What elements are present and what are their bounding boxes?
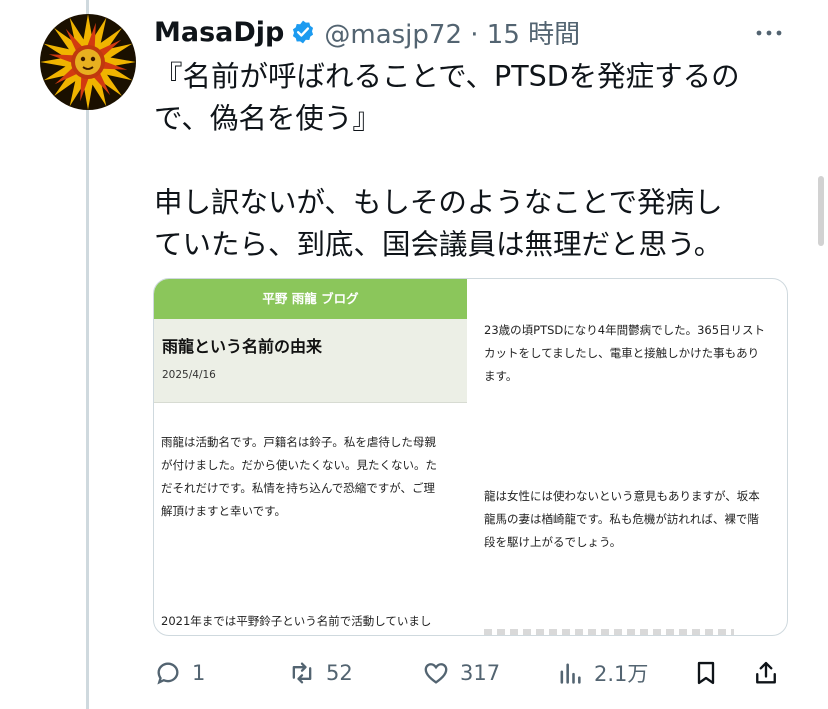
reply-icon xyxy=(157,662,179,685)
tweet-header: MasaDjp @masjp72 · 15 時間 xyxy=(154,14,580,50)
paragraph-line: ます。 xyxy=(484,369,518,383)
share-icon xyxy=(756,661,776,684)
action-bar: 1 52 317 2.1万 xyxy=(154,650,794,696)
right-paragraph-1: 23歳の頃PTSDになり4年間鬱病でした。365日リスト カットをしてましたし、… xyxy=(484,319,765,388)
display-name[interactable]: MasaDjp xyxy=(154,17,284,48)
views-button[interactable]: 2.1万 xyxy=(556,650,648,696)
bookmark-icon xyxy=(697,661,715,685)
post-title-box: 雨龍という名前の由来 2025/4/16 xyxy=(154,319,467,403)
left-paragraph-1: 雨龍は活動名です。戸籍名は鈴子。私を虐待した母親 が付けました。だから使いたくな… xyxy=(161,431,437,523)
repost-button[interactable]: 52 xyxy=(288,650,353,696)
like-count: 317 xyxy=(460,661,501,685)
paragraph-line: 龍馬の妻は楢崎龍です。私も危機が訪れれば、裸で階 xyxy=(484,512,759,526)
post-date: 2025/4/16 xyxy=(162,369,216,381)
paragraph-line: だそれだけです。私情を持ち込んで恐縮ですが、ご理 xyxy=(161,481,436,495)
tweet-line: ていたら、到底、国会議員は無理だと思う。 xyxy=(154,228,723,261)
paragraph-line: カットをしてましたし、電車と接触しかけた事もあり xyxy=(484,346,760,360)
tweet-line: 『名前が呼ばれることで、PTSDを発症するの xyxy=(154,60,740,93)
paragraph-line: 雨龍は活動名です。戸籍名は鈴子。私を虐待した母親 xyxy=(161,435,436,449)
repost-icon xyxy=(292,662,312,684)
sun-face-avatar-icon xyxy=(40,14,136,110)
view-count: 2.1万 xyxy=(594,662,649,686)
like-button[interactable]: 317 xyxy=(422,650,500,696)
scroll-indicator[interactable] xyxy=(818,176,824,246)
blog-right-column: 23歳の頃PTSDになり4年間鬱病でした。365日リスト カットをしてましたし、… xyxy=(467,279,787,635)
blog-name-bar: 平野 雨龍 ブログ xyxy=(154,279,467,319)
blog-left-column: 平野 雨龍 ブログ 雨龍という名前の由来 2025/4/16 雨龍は活動名です。… xyxy=(154,279,467,635)
paragraph-line: 龍は女性には使わないという意見もありますが、坂本 xyxy=(484,489,760,503)
cut-off-text xyxy=(484,629,734,635)
tweet-line: 申し訳ないが、もしそのようなことで発病し xyxy=(154,186,723,219)
paragraph-line: 解頂けますと幸いです。 xyxy=(161,504,287,518)
paragraph-line: 段を駆け上がるでしょう。 xyxy=(484,535,622,549)
reply-button[interactable]: 1 xyxy=(154,650,205,696)
repost-count: 52 xyxy=(326,661,353,685)
share-button[interactable] xyxy=(752,650,780,696)
paragraph-line: が付けました。だから使いたくない。見たくない。た xyxy=(161,458,437,472)
more-options-icon[interactable] xyxy=(752,20,786,46)
analytics-icon xyxy=(560,663,581,684)
post-title: 雨龍という名前の由来 xyxy=(162,337,323,356)
handle-and-time[interactable]: @masjp72 · 15 時間 xyxy=(324,14,580,51)
verified-badge-icon xyxy=(293,20,314,44)
bookmark-button[interactable] xyxy=(692,650,720,696)
attached-image-card[interactable]: 平野 雨龍 ブログ 雨龍という名前の由来 2025/4/16 雨龍は活動名です。… xyxy=(153,278,788,636)
right-paragraph-2: 龍は女性には使わないという意見もありますが、坂本 龍馬の妻は楢崎龍です。私も危機… xyxy=(484,485,760,554)
tweet-text: 『名前が呼ばれることで、PTSDを発症するの で、偽名を使う』 申し訳ないが、も… xyxy=(154,56,804,266)
tweet-line: で、偽名を使う』 xyxy=(154,102,381,135)
heart-icon xyxy=(424,663,448,684)
reply-count: 1 xyxy=(192,661,206,685)
avatar[interactable] xyxy=(40,14,136,110)
paragraph-line: 23歳の頃PTSDになり4年間鬱病でした。365日リスト xyxy=(484,323,766,337)
left-paragraph-2: 2021年までは平野鈴子という名前で活動していまし xyxy=(161,614,432,628)
